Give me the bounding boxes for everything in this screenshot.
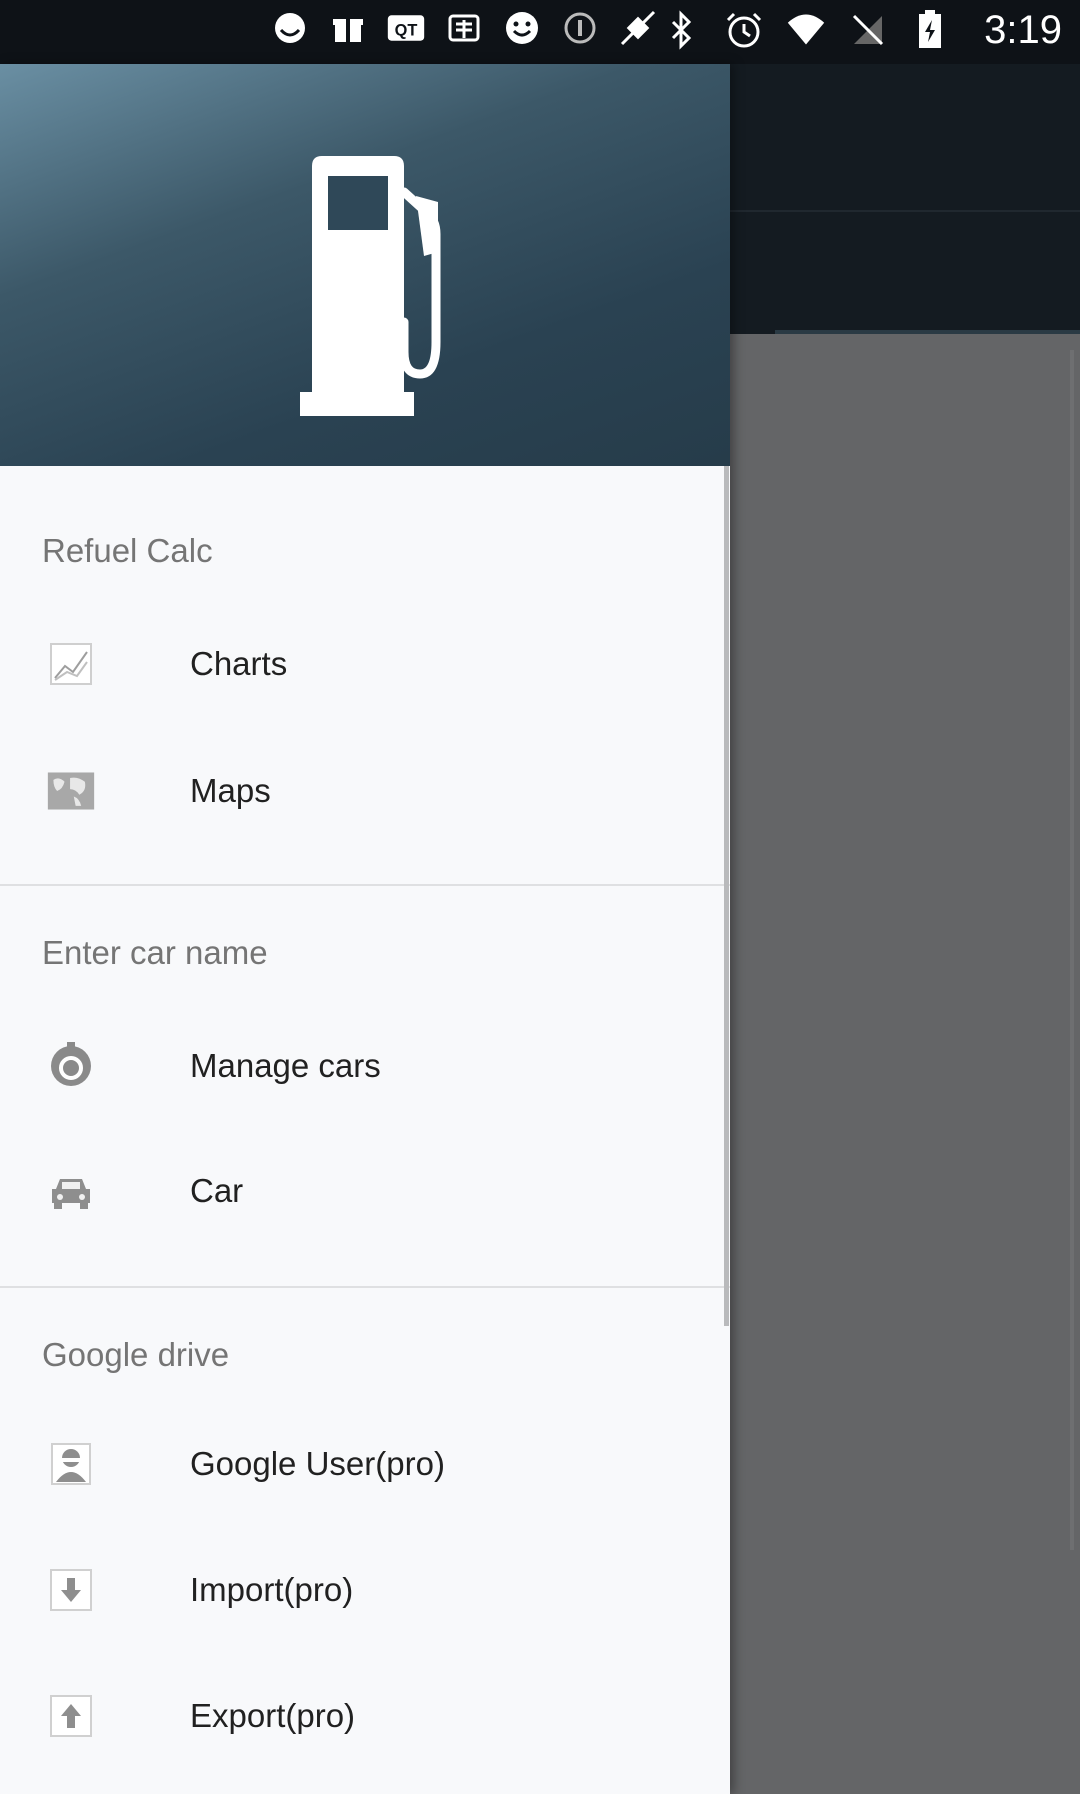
settings-icon	[46, 1041, 96, 1091]
background-app-header	[730, 64, 1080, 334]
chart-icon	[46, 639, 96, 689]
car-icon	[46, 1166, 96, 1216]
drawer-scrim[interactable]	[730, 334, 1080, 1794]
section-title-refuel-calc: Refuel Calc	[42, 532, 213, 569]
section-divider	[0, 884, 730, 886]
status-bar-left-icons: QT	[270, 8, 658, 48]
map-icon	[46, 766, 96, 816]
battery-charging-icon	[910, 10, 950, 50]
menu-item-charts[interactable]: Charts	[0, 614, 730, 714]
no-sim-icon	[848, 10, 888, 50]
gift-icon	[328, 8, 368, 48]
export-icon	[46, 1691, 96, 1741]
user-icon	[46, 1439, 96, 1489]
background-app-divider	[730, 210, 1080, 212]
menu-item-manage-cars[interactable]: Manage cars	[0, 1016, 730, 1116]
fake-gps-icon	[618, 8, 658, 48]
smiley-icon	[502, 8, 542, 48]
navigation-drawer: Refuel Calc Charts Maps Enter car name M…	[0, 64, 730, 1794]
menu-item-label: Car	[190, 1172, 244, 1209]
section-title-car-name: Enter car name	[42, 934, 268, 971]
menu-item-label: Import(pro)	[190, 1571, 354, 1608]
qt-app-icon: QT	[386, 8, 426, 48]
status-bar-right-icons	[662, 10, 950, 50]
import-icon	[46, 1565, 96, 1615]
menu-item-label: Charts	[190, 645, 288, 682]
section-divider	[0, 1286, 730, 1288]
section-title-google-drive: Google drive	[42, 1336, 230, 1373]
drawer-header	[0, 64, 730, 466]
menu-item-maps[interactable]: Maps	[0, 741, 730, 841]
alarm-icon	[724, 10, 764, 50]
menu-item-label: Google User(pro)	[190, 1445, 445, 1482]
menu-item-label: Export(pro)	[190, 1697, 356, 1734]
fuel-pump-icon	[300, 156, 441, 416]
menu-item-import[interactable]: Import(pro)	[0, 1540, 730, 1640]
menu-item-google-user[interactable]: Google User(pro)	[0, 1414, 730, 1514]
background-scrollbar	[1070, 350, 1074, 1550]
wifi-icon	[786, 10, 826, 50]
menu-item-export[interactable]: Export(pro)	[0, 1666, 730, 1766]
menu-item-label: Manage cars	[190, 1047, 381, 1084]
info-icon	[560, 8, 600, 48]
menu-item-car[interactable]: Car	[0, 1141, 730, 1241]
menu-item-label: Maps	[190, 772, 271, 809]
svg-text:QT: QT	[395, 21, 418, 39]
status-bar-time: 3:19	[984, 8, 1062, 52]
bluetooth-icon	[662, 10, 702, 50]
emoji-icon	[270, 8, 310, 48]
taobao-icon	[444, 8, 484, 48]
status-bar: QT 3:19	[0, 0, 1080, 64]
drawer-scrollbar[interactable]	[724, 466, 729, 1326]
